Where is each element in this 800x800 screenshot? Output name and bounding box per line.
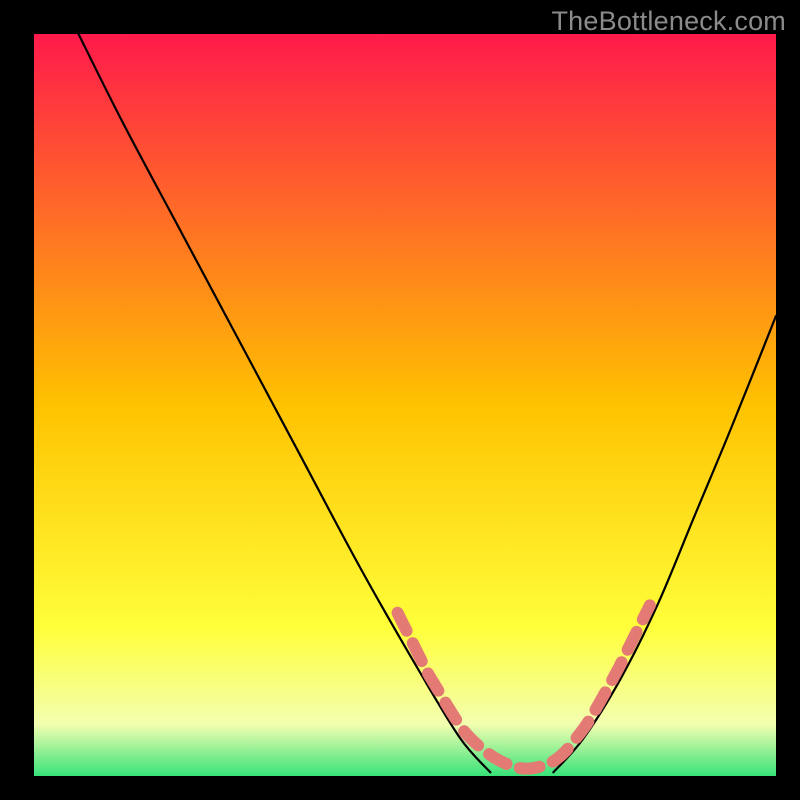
chart-container: TheBottleneck.com	[0, 0, 800, 800]
gradient-background	[34, 34, 776, 776]
chart-svg	[34, 34, 776, 776]
watermark-text: TheBottleneck.com	[551, 6, 786, 37]
plot-area	[34, 34, 776, 776]
